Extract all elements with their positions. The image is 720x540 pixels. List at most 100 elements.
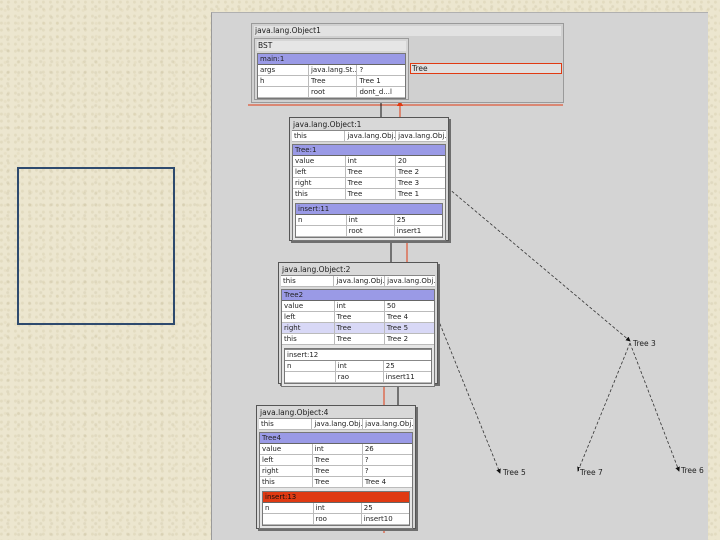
cell: java.lang.Obj... (362, 419, 413, 429)
tree-class-label[interactable]: Tree (410, 63, 562, 74)
cell: args (260, 66, 276, 74)
cell: java.lang.Obj... (311, 419, 362, 429)
table-row[interactable]: left Tree Tree 4 (282, 312, 434, 323)
tree-frame-header: Tree4 (260, 433, 412, 444)
cell: this (294, 132, 307, 140)
cell: left (295, 168, 307, 176)
table-row[interactable]: this Tree Tree 4 (260, 477, 412, 488)
table-row[interactable]: n int 25 (285, 361, 431, 372)
cell: Tree (311, 466, 362, 476)
insert-frame-title: insert:13 (265, 493, 297, 501)
cell: root (307, 87, 357, 97)
tree-link (437, 318, 501, 474)
cell: int (333, 301, 384, 311)
object-frame-title: java.lang.Object:2 (281, 265, 435, 276)
cell (296, 226, 346, 236)
table-row[interactable]: left Tree? (260, 455, 412, 466)
insert-frame[interactable]: insert:11 n int 25 root insert1 (295, 203, 443, 238)
tree-frame[interactable]: Tree2 value int 50 left Tree Tree 4 right Tre… (281, 289, 435, 387)
cell: n (287, 362, 292, 370)
table-row[interactable]: rao insert11 (285, 372, 431, 383)
cell: Tree 2 (383, 334, 434, 344)
cell: dont_d...l (356, 87, 405, 97)
cell: right (262, 467, 279, 475)
insert-frame-title: insert:11 (298, 205, 330, 213)
cell: int (344, 156, 395, 166)
cell: Tree 1 (394, 189, 445, 199)
cell: this (284, 335, 297, 343)
table-row[interactable]: root insert1 (296, 226, 442, 237)
tree-frame[interactable]: Tree:1 value int 20 left Tree Tree 2 right Tr… (292, 144, 446, 241)
tree-frame-header: Tree2 (282, 290, 434, 301)
table-row[interactable]: root dont_d...l (258, 87, 405, 98)
bst-title: BST (257, 41, 406, 51)
tree-frame[interactable]: Tree4 value int 26 left Tree? right Tree? th… (259, 432, 413, 529)
object-frame-4[interactable]: java.lang.Object:4 this java.lang.Obj...… (256, 405, 416, 529)
table-row[interactable]: this Tree Tree 1 (293, 189, 445, 200)
cell: java.lang.Obj... (395, 131, 446, 141)
cell: right (284, 324, 301, 332)
cell: Tree 4 (383, 312, 434, 322)
cell: 20 (394, 156, 445, 166)
cell: n (298, 216, 303, 224)
cell: Tree (333, 323, 384, 333)
table-row[interactable]: value int 50 (282, 301, 434, 312)
cell: value (284, 302, 304, 310)
tree-node-label[interactable]: Tree 7 (579, 468, 604, 477)
this-row[interactable]: this java.lang.Obj... java.lang.Obj... (259, 419, 413, 430)
cell: this (283, 277, 296, 285)
object-frame-title: java.lang.Object:4 (259, 408, 413, 419)
tree-frame-title: Tree2 (284, 291, 304, 299)
tree-node-label[interactable]: Tree 5 (502, 468, 527, 477)
tree-link (447, 187, 631, 342)
cell: insert10 (360, 514, 409, 524)
cell: this (261, 420, 274, 428)
insert-frame-header: insert:13 (263, 492, 409, 503)
cell: Tree (344, 167, 395, 177)
table-row[interactable]: n int 25 (296, 215, 442, 226)
root-object-title: java.lang.Object1 (254, 26, 561, 36)
cell: value (295, 157, 315, 165)
main-frame[interactable]: main:1 args java.lang.St... ? ? h Tree T… (257, 53, 406, 99)
table-row[interactable]: this Tree Tree 2 (282, 334, 434, 345)
cell: Tree (344, 178, 395, 188)
cell: root (345, 226, 394, 236)
table-row[interactable]: right Tree Tree 3 (293, 178, 445, 189)
tree-frame-title: Tree:1 (295, 146, 317, 154)
table-row[interactable]: args java.lang.St... ? ? (258, 65, 405, 76)
cell: Tree 1 (356, 76, 405, 86)
insert-frame[interactable]: insert:12 n int 25 rao insert11 (284, 348, 432, 384)
tree-link (629, 342, 680, 472)
table-row[interactable]: right Tree Tree 5 (282, 323, 434, 334)
insert-frame-header: insert:12 (285, 349, 431, 361)
table-row[interactable]: roo insert10 (263, 514, 409, 525)
table-row[interactable]: value int 20 (293, 156, 445, 167)
insert-frame-active[interactable]: insert:13 n int 25 roo insert10 (262, 491, 410, 526)
insert-frame-title: insert:12 (287, 351, 319, 359)
cell: java.lang.Obj... (344, 131, 395, 141)
tree-node-label[interactable]: Tree 6 (680, 466, 705, 475)
object-frame-1[interactable]: java.lang.Object:1 this java.lang.Obj...… (289, 117, 449, 241)
table-row[interactable]: right Tree? (260, 466, 412, 477)
cell: java.lang.St... ? (307, 65, 356, 75)
cell: n (265, 504, 270, 512)
cell: left (284, 313, 296, 321)
table-row[interactable]: left Tree Tree 2 (293, 167, 445, 178)
cell (258, 87, 308, 97)
cell: java.lang.Obj... (333, 276, 384, 286)
table-row[interactable]: value int 26 (260, 444, 412, 455)
bst-frame[interactable]: BST main:1 args java.lang.St... ? ? h Tr… (254, 38, 409, 100)
table-row[interactable]: n int 25 (263, 503, 409, 514)
this-row[interactable]: this java.lang.Obj... java.lang.Obj... (292, 131, 446, 142)
object-frame-2[interactable]: java.lang.Object:2 this java.lang.Obj...… (278, 262, 438, 387)
debugger-canvas: java.lang.Object1 BST main:1 args java.l… (211, 12, 708, 540)
tree-frame-header: Tree:1 (293, 145, 445, 156)
tree-node-label[interactable]: Tree 3 (632, 339, 657, 348)
this-row[interactable]: this java.lang.Obj... java.lang.Obj... (281, 276, 435, 287)
table-row[interactable]: h Tree Tree 1 (258, 76, 405, 87)
cell: Tree (307, 76, 357, 86)
cell: int (311, 444, 362, 454)
tree-link (577, 342, 631, 472)
main-frame-title: main:1 (260, 55, 285, 63)
cell: this (262, 478, 275, 486)
